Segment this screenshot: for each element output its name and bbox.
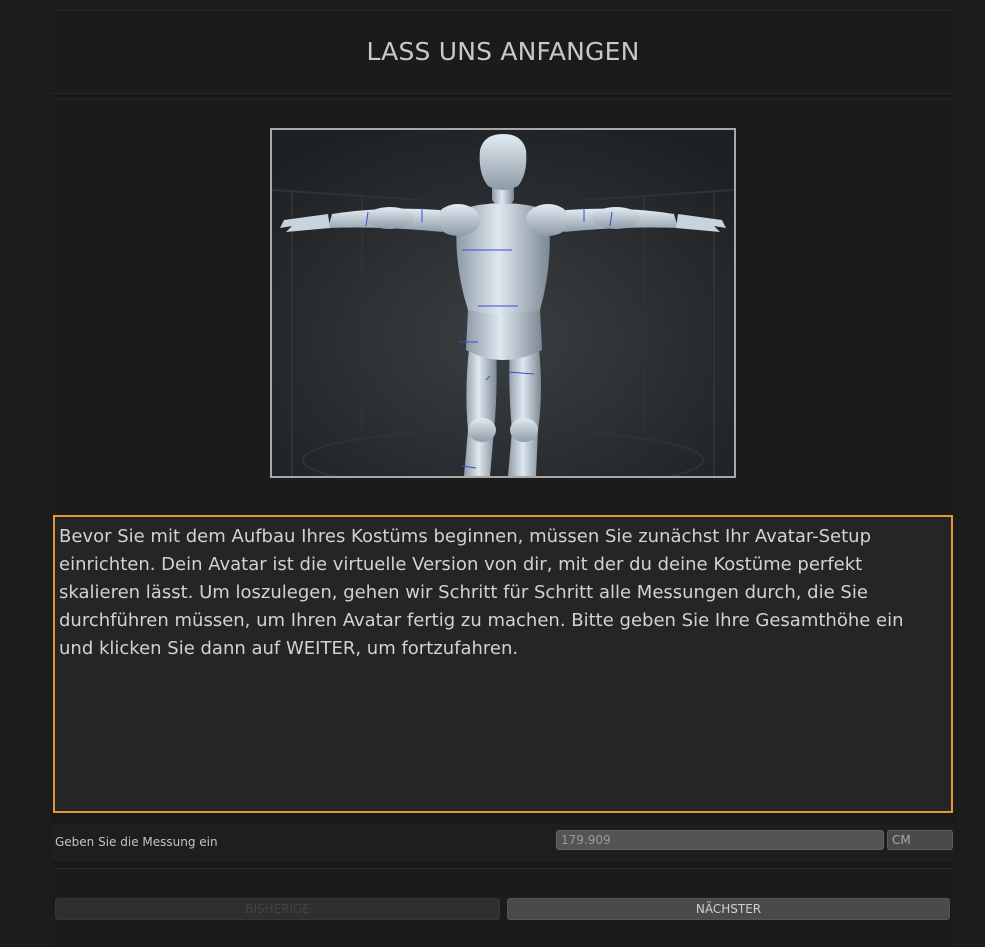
avatar-setup-window: LASS UNS ANFANGEN Bevor Sie mit dem Aufb… xyxy=(52,10,954,947)
avatar-preview-image xyxy=(270,128,736,478)
next-button[interactable]: NÄCHSTER xyxy=(507,898,950,920)
previous-button[interactable]: BISHERIGE xyxy=(55,898,500,920)
description-box: Bevor Sie mit dem Aufbau Ihres Kostüms b… xyxy=(53,515,953,813)
measurement-row: Geben Sie die Messung ein CM xyxy=(52,824,954,863)
navigation-panel: BISHERIGE NÄCHSTER xyxy=(52,868,954,947)
page-title: LASS UNS ANFANGEN xyxy=(366,37,640,66)
avatar-mannequin-icon xyxy=(272,130,734,476)
content-panel xyxy=(52,98,954,517)
measurement-label: Geben Sie die Messung ein xyxy=(55,835,218,849)
description-text: Bevor Sie mit dem Aufbau Ihres Kostüms b… xyxy=(59,526,904,659)
measurement-input[interactable] xyxy=(556,830,884,850)
header: LASS UNS ANFANGEN xyxy=(52,10,954,94)
unit-select[interactable]: CM xyxy=(887,830,953,850)
